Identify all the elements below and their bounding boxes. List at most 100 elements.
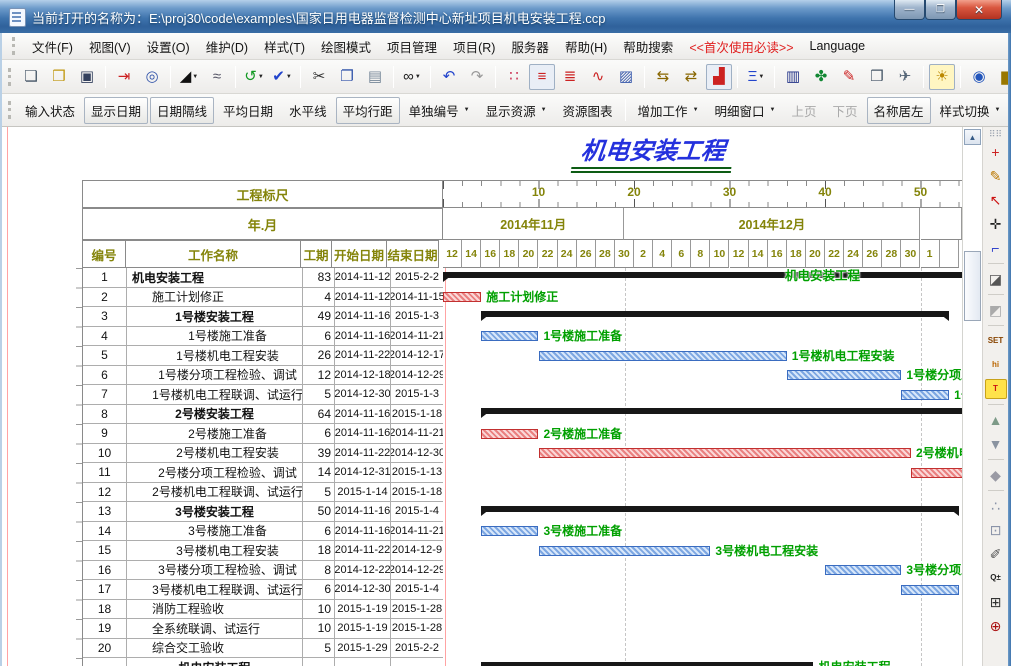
toolbar-button[interactable]: 样式切换▼ — [933, 97, 1008, 124]
region-icon[interactable]: ⊞ — [985, 592, 1007, 612]
task-bar[interactable] — [481, 331, 538, 341]
split-rows-icon[interactable]: ≡ — [529, 64, 555, 90]
move-up-icon[interactable]: ▲ — [985, 410, 1007, 430]
resource-histogram-icon[interactable]: ▟ — [706, 64, 732, 90]
table-row[interactable]: 1机电安装工程832014-11-122015-2-2 — [83, 268, 443, 288]
check-icon[interactable]: ✔▼ — [269, 64, 295, 90]
save-icon[interactable]: ▣ — [74, 64, 100, 90]
narrow-scale-icon[interactable]: ⇄ — [678, 64, 704, 90]
menu-item[interactable]: 项目管理 — [379, 34, 445, 59]
network-diagram-icon[interactable]: ∷ — [501, 64, 527, 90]
text-flag-icon[interactable]: T — [985, 379, 1007, 399]
widen-scale-icon[interactable]: ⇆ — [650, 64, 676, 90]
dropdown-arrow-icon[interactable]: ▼ — [415, 74, 421, 80]
summary-bar[interactable] — [481, 662, 812, 666]
toolbar-button[interactable]: 名称居左 — [867, 97, 931, 124]
eraser-icon[interactable]: ◪ — [985, 269, 1007, 289]
notebook-icon[interactable]: ❒ — [864, 64, 890, 90]
table-row[interactable]: 2施工计划修正42014-11-122014-11-15 — [83, 288, 443, 308]
menu-item[interactable]: 绘图模式 — [313, 34, 379, 59]
fill-style-icon[interactable]: ◢▼ — [176, 64, 202, 90]
scrollbar-thumb[interactable] — [964, 251, 981, 321]
table-row[interactable]: 163号楼分项工程检验、调试82014-12-222014-12-29 — [83, 561, 443, 581]
select-cursor-icon[interactable]: ↖ — [985, 190, 1007, 210]
toolbar-button[interactable]: 显示资源▼ — [479, 97, 554, 124]
table-row[interactable]: 41号楼施工准备62014-11-162014-11-21 — [83, 327, 443, 347]
toolbar-button[interactable]: 输入状态 — [18, 97, 82, 124]
library-icon[interactable]: ▥ — [780, 64, 806, 90]
hand-edit-icon[interactable]: ✐ — [985, 544, 1007, 564]
undo-icon[interactable]: ↶ — [436, 64, 462, 90]
task-bar[interactable] — [481, 526, 538, 536]
insert-task-icon[interactable]: + — [985, 142, 1007, 162]
task-bar[interactable] — [901, 390, 949, 400]
table-row[interactable]: 18消防工程验收102015-1-192015-1-28 — [83, 600, 443, 620]
menu-item[interactable]: 视图(V) — [81, 34, 139, 59]
summary-bar[interactable] — [481, 408, 962, 414]
line-style-icon[interactable]: ≈ — [204, 64, 230, 90]
frame-icon[interactable]: ⊡ — [985, 520, 1007, 540]
toolbar-button[interactable]: 下页 — [826, 97, 865, 124]
dropdown-arrow-icon[interactable]: ▼ — [464, 107, 470, 113]
paste-icon[interactable]: ▤ — [362, 64, 388, 90]
table-row[interactable]: 92号楼施工准备62014-11-162014-11-21 — [83, 424, 443, 444]
dropdown-arrow-icon[interactable]: ▼ — [693, 107, 699, 113]
task-bar[interactable] — [825, 565, 901, 575]
new-file-icon[interactable]: ❏ — [18, 64, 44, 90]
scroll-up-button[interactable]: ▲ — [964, 129, 981, 145]
toolbar-button[interactable]: 增加工作▼ — [631, 97, 706, 124]
move-icon[interactable]: ✛ — [985, 214, 1007, 234]
summary-bar[interactable] — [481, 311, 949, 317]
color-tools-icon[interactable]: ✤ — [808, 64, 834, 90]
task-bar[interactable] — [539, 351, 787, 361]
toolbar-button[interactable]: 日期隔线 — [150, 97, 214, 124]
find-icon[interactable]: ∞▼ — [399, 64, 425, 90]
clean-brush-icon[interactable]: ◩ — [985, 300, 1007, 320]
task-bar[interactable] — [787, 370, 902, 380]
task-bar[interactable] — [539, 448, 911, 458]
task-bar[interactable] — [911, 468, 962, 478]
scatter-icon[interactable]: ∴ — [985, 496, 1007, 516]
table-row[interactable]: 112号楼分项工程检验、调试142014-12-312015-1-13 — [83, 463, 443, 483]
set-style-icon[interactable]: SET — [985, 331, 1007, 351]
menu-item[interactable]: 维护(D) — [198, 34, 256, 59]
table-row[interactable]: 82号楼安装工程642014-11-162015-1-18 — [83, 405, 443, 425]
menu-item[interactable]: <<首次使用必读>> — [681, 34, 801, 59]
toolbar-button[interactable]: 上页 — [784, 97, 823, 124]
curve-link-icon[interactable]: ∿ — [585, 64, 611, 90]
level-lines-icon[interactable]: Ξ▼ — [743, 64, 769, 90]
highlight-icon[interactable]: hi — [985, 355, 1007, 375]
table-row[interactable]: 20综合交工验收52015-1-292015-2-2 — [83, 639, 443, 659]
table-row[interactable]: 173号楼机电工程联调、试运行62014-12-302015-1-4 — [83, 580, 443, 600]
redo-icon[interactable]: ↷ — [464, 64, 490, 90]
task-bar[interactable] — [443, 292, 481, 302]
export-page-icon[interactable]: ⇥ — [111, 64, 137, 90]
summary-bar[interactable] — [481, 506, 959, 512]
dropdown-arrow-icon[interactable]: ▼ — [286, 74, 292, 80]
menu-item[interactable]: 服务器 — [503, 34, 557, 59]
open-folder-icon[interactable]: ❒ — [46, 64, 72, 90]
dropdown-arrow-icon[interactable]: ▼ — [770, 107, 776, 113]
menu-item[interactable]: Language — [802, 36, 874, 56]
menu-item[interactable]: 项目(R) — [445, 34, 503, 59]
zoom-icon[interactable]: Q± — [985, 568, 1007, 588]
table-row[interactable]: 51号楼机电工程安装262014-11-222014-12-17 — [83, 346, 443, 366]
polyline-icon[interactable]: ⌐ — [985, 238, 1007, 258]
edit-report-icon[interactable]: ✎ — [836, 64, 862, 90]
table-row[interactable]: 153号楼机电工程安装182014-11-222014-12-9 — [83, 541, 443, 561]
table-row[interactable]: 122号楼机电工程联调、试运行52015-1-142015-1-18 — [83, 483, 443, 503]
move-down-icon[interactable]: ▼ — [985, 434, 1007, 454]
menu-item[interactable]: 文件(F) — [24, 34, 81, 59]
diamond-icon[interactable]: ◆ — [985, 465, 1007, 485]
toolbar-button[interactable]: 明细窗口▼ — [708, 97, 783, 124]
summary-bar[interactable] — [443, 272, 962, 278]
navigate-icon[interactable]: ✈ — [892, 64, 918, 90]
minimize-button[interactable]: — — [894, 0, 925, 20]
task-bar[interactable] — [539, 546, 711, 556]
task-bar[interactable] — [481, 429, 538, 439]
toolbar-button[interactable]: 显示日期 — [84, 97, 148, 124]
menu-item[interactable]: 帮助搜索 — [615, 34, 681, 59]
dropdown-arrow-icon[interactable]: ▼ — [995, 107, 1001, 113]
table-row[interactable]: 61号楼分项工程检验、调试122014-12-182014-12-29 — [83, 366, 443, 386]
table-row[interactable]: 19全系统联调、试运行102015-1-192015-1-28 — [83, 619, 443, 639]
